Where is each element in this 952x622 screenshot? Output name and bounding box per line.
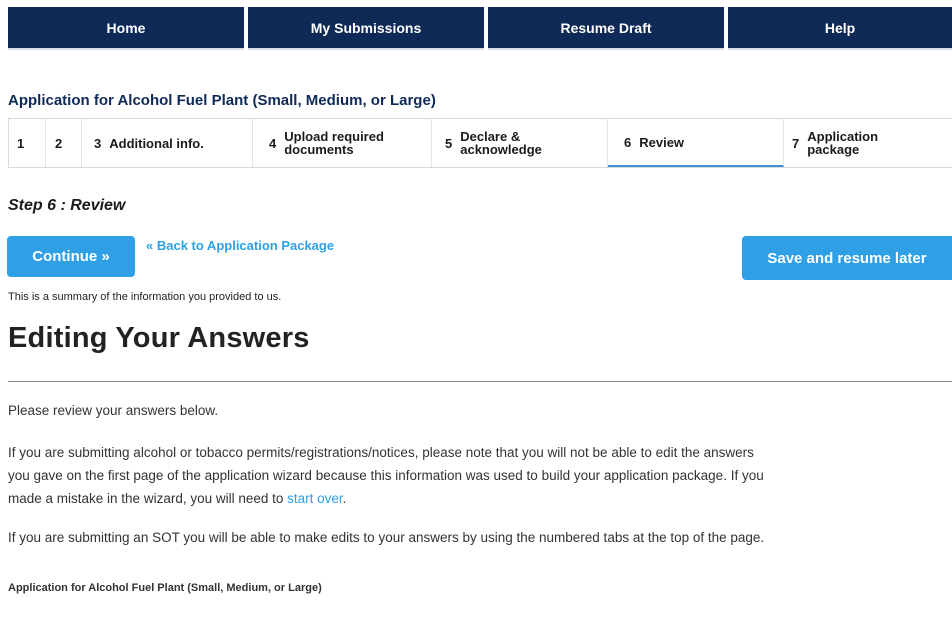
review-instruction: Please review your answers below. (8, 403, 219, 418)
tab-step-4-upload-documents[interactable]: 4 Upload required documents (253, 119, 432, 167)
nav-my-submissions[interactable]: My Submissions (248, 7, 484, 50)
save-and-resume-later-button[interactable]: Save and resume later (742, 236, 952, 280)
step-label: Review (639, 134, 685, 150)
nav-home[interactable]: Home (8, 7, 244, 50)
notice-line-3-text: made a mistake in the wizard, you will n… (8, 491, 288, 506)
tab-step-7-application-package[interactable]: 7 Application package (784, 119, 952, 167)
step-number: 3 (94, 135, 102, 151)
step-number: 2 (55, 135, 63, 151)
tab-step-3-additional-info[interactable]: 3 Additional info. (82, 119, 253, 167)
start-over-link[interactable]: start over (287, 491, 343, 506)
notice-line-3: made a mistake in the wizard, you will n… (8, 487, 952, 510)
step-label: Additional info. (109, 135, 204, 151)
tab-step-2[interactable]: 2 (46, 119, 82, 167)
application-title: Application for Alcohol Fuel Plant (Smal… (8, 92, 436, 109)
step-number: 7 (792, 135, 800, 151)
summary-note: This is a summary of the information you… (8, 291, 282, 303)
alcohol-tobacco-notice: If you are submitting alcohol or tobacco… (8, 441, 952, 510)
nav-help[interactable]: Help (728, 7, 952, 50)
notice-line-2: you gave on the first page of the applic… (8, 468, 764, 483)
step-tabs: 1 2 3 Additional info. 4 Upload required… (8, 118, 952, 168)
section-divider (8, 381, 952, 382)
nav-home-label: Home (106, 19, 146, 36)
notice-line-1: If you are submitting alcohol or tobacco… (8, 445, 754, 460)
continue-button-label: Continue » (32, 248, 110, 265)
tab-step-1[interactable]: 1 (9, 119, 46, 167)
step-number: 4 (269, 135, 277, 151)
sot-notice: If you are submitting an SOT you will be… (8, 530, 765, 545)
continue-button[interactable]: Continue » (7, 236, 135, 277)
step-heading: Step 6 : Review (8, 197, 126, 214)
section-application-title: Application for Alcohol Fuel Plant (Smal… (8, 582, 322, 594)
nav-help-label: Help (824, 19, 856, 36)
step-label: Upload required documents (284, 129, 384, 157)
tab-step-6-review[interactable]: 6 Review (608, 119, 784, 167)
top-nav: Home My Submissions Resume Draft Help (8, 7, 952, 50)
notice-line-3-end: . (342, 491, 347, 506)
step-label: Application package (807, 129, 879, 157)
step-label: Declare & acknowledge (460, 129, 542, 157)
tab-step-5-declare-acknowledge[interactable]: 5 Declare & acknowledge (432, 119, 608, 167)
editing-answers-heading: Editing Your Answers (8, 322, 310, 354)
save-button-label: Save and resume later (767, 249, 927, 267)
step-number: 1 (17, 135, 25, 151)
step-number: 5 (445, 135, 453, 151)
back-to-application-package-link[interactable]: « Back to Application Package (146, 238, 334, 253)
nav-resume-draft-label: Resume Draft (560, 19, 652, 36)
step-number: 6 (624, 134, 632, 150)
nav-my-submissions-label: My Submissions (310, 19, 422, 36)
nav-resume-draft[interactable]: Resume Draft (488, 7, 724, 50)
